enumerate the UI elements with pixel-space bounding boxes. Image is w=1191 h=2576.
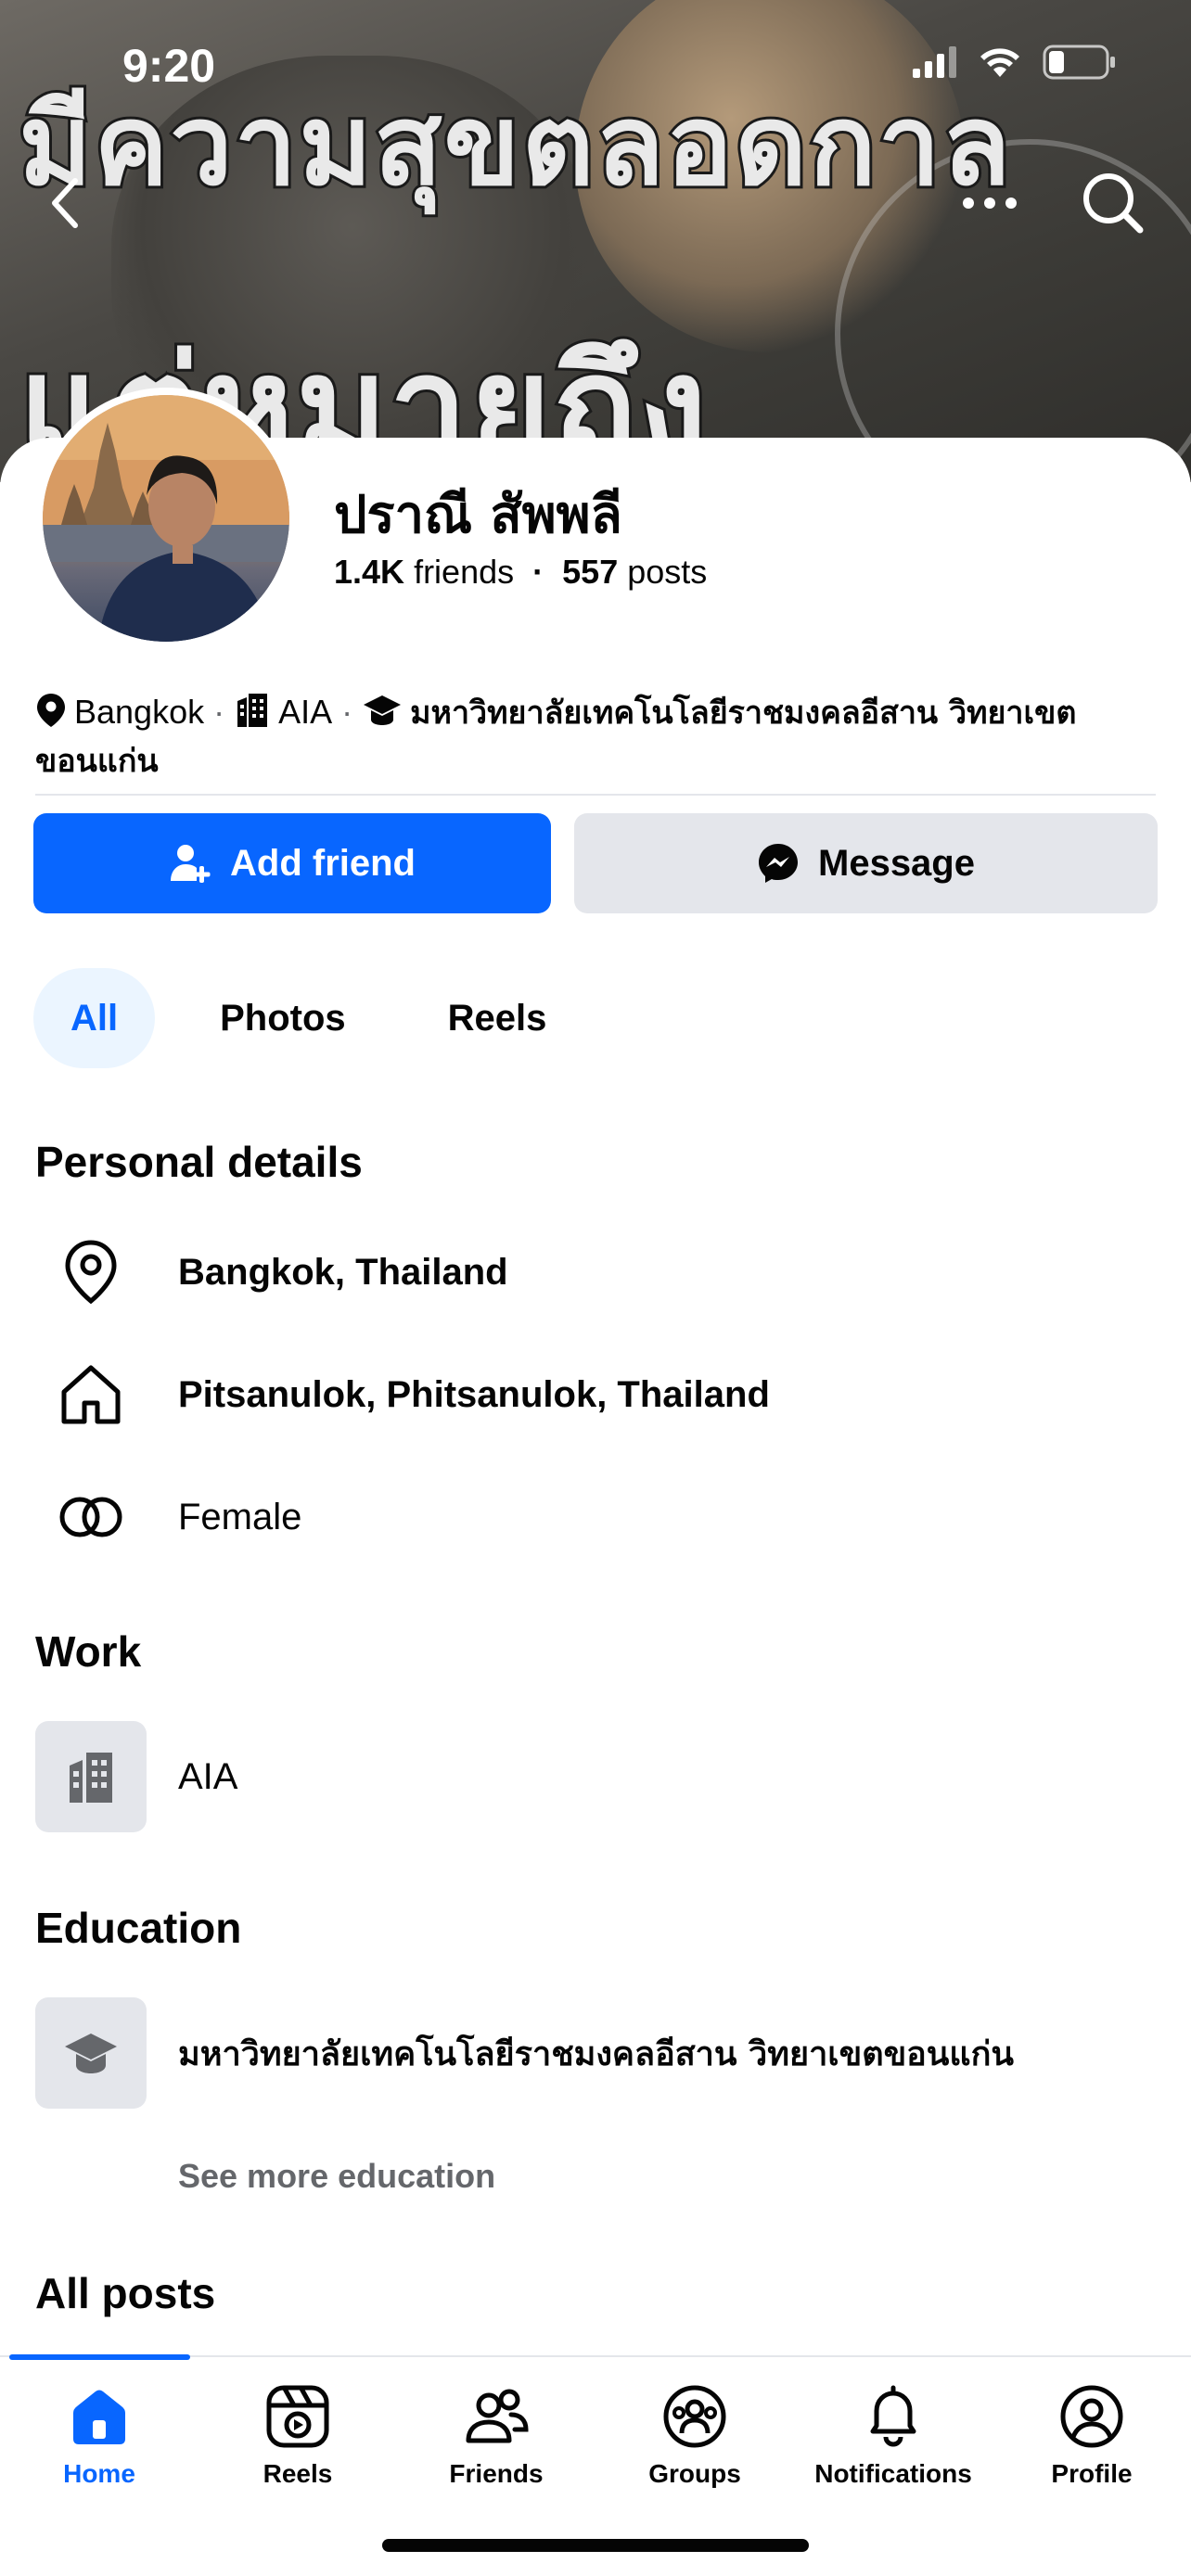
intro-location: Bangkok xyxy=(74,693,205,731)
tab-notifications-label: Notifications xyxy=(814,2459,972,2488)
location-pin-icon xyxy=(35,692,67,739)
intro-dot-2: · xyxy=(341,693,353,731)
search-button[interactable] xyxy=(1071,161,1155,245)
building-icon xyxy=(234,692,271,739)
filter-chip-all[interactable]: All xyxy=(33,968,156,1068)
more-options-button[interactable] xyxy=(948,161,1031,245)
see-more-education-link[interactable]: See more education xyxy=(178,2157,495,2196)
gender-text: Female xyxy=(178,1496,302,1537)
intro-divider xyxy=(35,794,1156,796)
reels-icon xyxy=(266,2385,329,2448)
tab-groups[interactable]: Groups xyxy=(596,2383,794,2489)
tab-home-label: Home xyxy=(63,2459,135,2488)
friends-label[interactable]: friends xyxy=(414,553,514,591)
hometown-text: Pitsanulok, Phitsanulok, Thailand xyxy=(178,1373,770,1415)
work-employer-text: AIA xyxy=(178,1755,238,1797)
work-item[interactable]: AIA xyxy=(35,1721,237,1832)
graduation-cap-icon xyxy=(65,2034,117,2073)
filter-chip-reels[interactable]: Reels xyxy=(411,968,584,1068)
avatar[interactable] xyxy=(35,388,297,649)
intro-dot-1: · xyxy=(213,693,225,731)
add-person-icon xyxy=(171,845,211,883)
more-icon xyxy=(963,198,1017,209)
tab-reels[interactable]: Reels xyxy=(198,2383,397,2489)
bell-icon xyxy=(870,2385,916,2447)
home-outline-icon xyxy=(35,1358,147,1432)
battery-icon xyxy=(1043,45,1115,80)
detail-current-city[interactable]: Bangkok, Thailand xyxy=(35,1235,508,1309)
home-icon xyxy=(73,2390,125,2444)
tab-friends-label: Friends xyxy=(449,2459,544,2488)
current-city-text: Bangkok, Thailand xyxy=(178,1251,508,1293)
tab-friends[interactable]: Friends xyxy=(397,2383,596,2489)
friends-icon xyxy=(466,2389,529,2443)
work-tile xyxy=(35,1721,147,1832)
education-school-text: มหาวิทยาลัยเทคโนโลยีราชมงคลอีสาน วิทยาเข… xyxy=(178,2034,1015,2073)
cellular-signal-icon xyxy=(913,46,956,78)
friends-count[interactable]: 1.4K xyxy=(334,553,404,591)
tab-home[interactable]: Home xyxy=(0,2383,198,2489)
avatar-illustration xyxy=(43,395,289,642)
work-title: Work xyxy=(35,1627,142,1676)
tab-groups-label: Groups xyxy=(648,2459,741,2488)
profile-icon xyxy=(1060,2385,1123,2448)
profile-stats: 1.4K friends · 557 posts xyxy=(334,553,707,592)
education-title: Education xyxy=(35,1904,242,1952)
avatar-photo xyxy=(43,395,289,642)
intro-summary[interactable]: Bangkok · AIA · มหาวิทยาลัยเทคโนโลยีราชมงค… xyxy=(35,691,1167,783)
status-icons xyxy=(913,45,1117,80)
graduation-cap-icon xyxy=(362,692,403,739)
filter-chip-photos[interactable]: Photos xyxy=(183,968,383,1068)
back-button[interactable] xyxy=(24,161,108,245)
content-filter-tabs: All Photos Reels xyxy=(33,968,583,1068)
add-friend-label: Add friend xyxy=(230,842,416,884)
groups-icon xyxy=(663,2385,726,2448)
search-icon xyxy=(1083,173,1144,234)
intro-work: AIA xyxy=(278,693,333,731)
home-indicator xyxy=(382,2539,809,2552)
all-posts-title: All posts xyxy=(35,2269,216,2317)
active-tab-indicator xyxy=(9,2354,190,2360)
detail-gender: Female xyxy=(35,1480,301,1554)
profile-name: ปราณี สัพพลี xyxy=(334,485,622,545)
add-friend-button[interactable]: Add friend xyxy=(33,813,551,913)
message-label: Message xyxy=(818,842,975,884)
wifi-icon xyxy=(980,48,1019,77)
tab-reels-label: Reels xyxy=(263,2459,333,2488)
posts-count: 557 xyxy=(562,553,619,591)
back-icon xyxy=(52,178,78,228)
stats-separator: · xyxy=(532,553,544,591)
gender-icon xyxy=(35,1480,147,1554)
status-time: 9:20 xyxy=(122,40,216,92)
location-pin-outline-icon xyxy=(35,1235,147,1309)
messenger-icon xyxy=(759,844,798,883)
education-tile xyxy=(35,1997,147,2109)
tab-notifications[interactable]: Notifications xyxy=(794,2383,992,2489)
detail-hometown[interactable]: Pitsanulok, Phitsanulok, Thailand xyxy=(35,1358,770,1432)
building-icon xyxy=(70,1753,112,1803)
posts-label: posts xyxy=(627,553,708,591)
message-button[interactable]: Message xyxy=(574,813,1158,913)
tab-profile[interactable]: Profile xyxy=(992,2383,1191,2489)
education-item[interactable]: มหาวิทยาลัยเทคโนโลยีราชมงคลอีสาน วิทยาเข… xyxy=(35,1997,1014,2109)
tab-profile-label: Profile xyxy=(1051,2459,1133,2488)
status-bar: 9:20 xyxy=(0,0,1191,130)
personal-details-title: Personal details xyxy=(35,1138,363,1186)
